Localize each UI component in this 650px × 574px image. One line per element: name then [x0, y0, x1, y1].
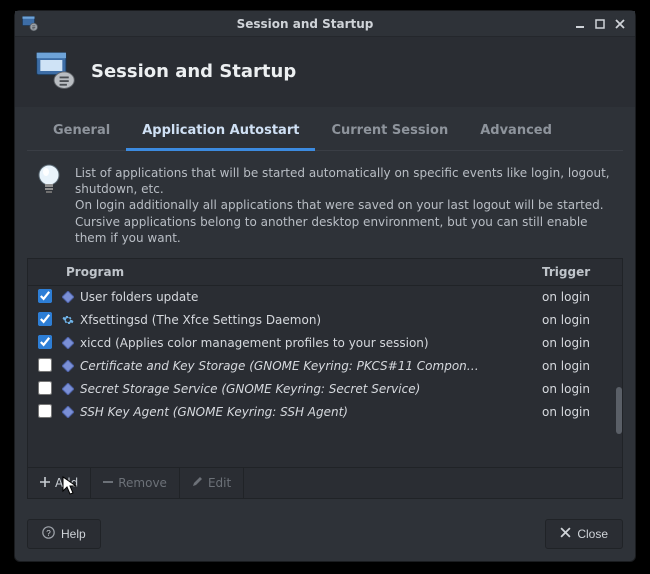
row-checkbox[interactable]: [38, 312, 52, 326]
minus-icon: [103, 476, 113, 490]
row-label: Xfsettingsd (The Xfce Settings Daemon): [80, 313, 542, 327]
dialog-footer: ? Help Close: [15, 509, 635, 561]
column-trigger[interactable]: Trigger: [542, 265, 612, 279]
pencil-icon: [192, 476, 203, 490]
row-checkbox[interactable]: [38, 404, 52, 418]
table-row[interactable]: SSH Key Agent (GNOME Keyring: SSH Agent)…: [28, 401, 622, 424]
diamond-icon: [60, 335, 76, 351]
row-checkbox[interactable]: [38, 335, 52, 349]
row-trigger: on login: [542, 336, 612, 350]
list-toolbar: Add Remove: [28, 467, 622, 498]
autostart-list: Program Trigger User folders update on l…: [27, 258, 623, 499]
lightbulb-icon: [33, 163, 65, 195]
row-label: xiccd (Applies color management profiles…: [80, 336, 542, 350]
window: Session and Startup: [14, 10, 636, 562]
row-trigger: on login: [542, 359, 612, 373]
table-row[interactable]: User folders update on login: [28, 286, 622, 309]
row-label: Certificate and Key Storage (GNOME Keyri…: [80, 359, 542, 373]
plus-icon: [40, 476, 50, 490]
tab-application-autostart[interactable]: Application Autostart: [126, 113, 315, 151]
window-title: Session and Startup: [45, 17, 565, 31]
add-button[interactable]: Add: [28, 468, 91, 498]
diamond-icon: [60, 381, 76, 397]
list-rows: User folders update on login Xfsettingsd…: [28, 286, 622, 467]
diamond-icon: [60, 289, 76, 305]
session-startup-icon: [33, 49, 77, 93]
help-button[interactable]: ? Help: [27, 519, 101, 549]
table-row[interactable]: Certificate and Key Storage (GNOME Keyri…: [28, 355, 622, 378]
column-program[interactable]: Program: [60, 265, 542, 279]
close-icon: [560, 527, 571, 541]
row-label: SSH Key Agent (GNOME Keyring: SSH Agent): [80, 405, 542, 419]
list-header: Program Trigger: [28, 259, 622, 286]
row-checkbox[interactable]: [38, 289, 52, 303]
row-checkbox[interactable]: [38, 381, 52, 395]
close-button[interactable]: Close: [545, 519, 623, 549]
remove-button[interactable]: Remove: [91, 468, 180, 498]
gear-icon: [60, 312, 76, 328]
close-window-button[interactable]: [611, 15, 629, 33]
window-controls: [571, 15, 629, 33]
titlebar: Session and Startup: [15, 11, 635, 37]
dialog-title: Session and Startup: [91, 61, 296, 82]
table-row[interactable]: xiccd (Applies color management profiles…: [28, 332, 622, 355]
row-label: Secret Storage Service (GNOME Keyring: S…: [80, 382, 542, 396]
diamond-icon: [60, 404, 76, 420]
table-row[interactable]: Secret Storage Service (GNOME Keyring: S…: [28, 378, 622, 401]
dialog-header: Session and Startup: [15, 37, 635, 107]
row-trigger: on login: [542, 405, 612, 419]
maximize-button[interactable]: [591, 15, 609, 33]
window-icon: [21, 15, 39, 33]
row-label: User folders update: [80, 290, 542, 304]
tab-current-session[interactable]: Current Session: [315, 113, 464, 150]
tab-advanced[interactable]: Advanced: [464, 113, 568, 150]
minimize-button[interactable]: [571, 15, 589, 33]
edit-button[interactable]: Edit: [180, 468, 244, 498]
row-trigger: on login: [542, 290, 612, 304]
tab-bar: General Application Autostart Current Se…: [27, 113, 623, 151]
svg-text:?: ?: [46, 529, 51, 538]
row-trigger: on login: [542, 382, 612, 396]
tab-general[interactable]: General: [37, 113, 126, 150]
table-row[interactable]: Xfsettingsd (The Xfce Settings Daemon) o…: [28, 309, 622, 332]
dialog-body: General Application Autostart Current Se…: [15, 107, 635, 509]
info-note: List of applications that will be starte…: [27, 151, 623, 258]
diamond-icon: [60, 358, 76, 374]
help-icon: ?: [42, 526, 55, 542]
scrollbar-thumb[interactable]: [616, 387, 622, 434]
info-text: List of applications that will be starte…: [75, 165, 617, 246]
vertical-scrollbar[interactable]: [616, 286, 622, 467]
row-checkbox[interactable]: [38, 358, 52, 372]
row-trigger: on login: [542, 313, 612, 327]
